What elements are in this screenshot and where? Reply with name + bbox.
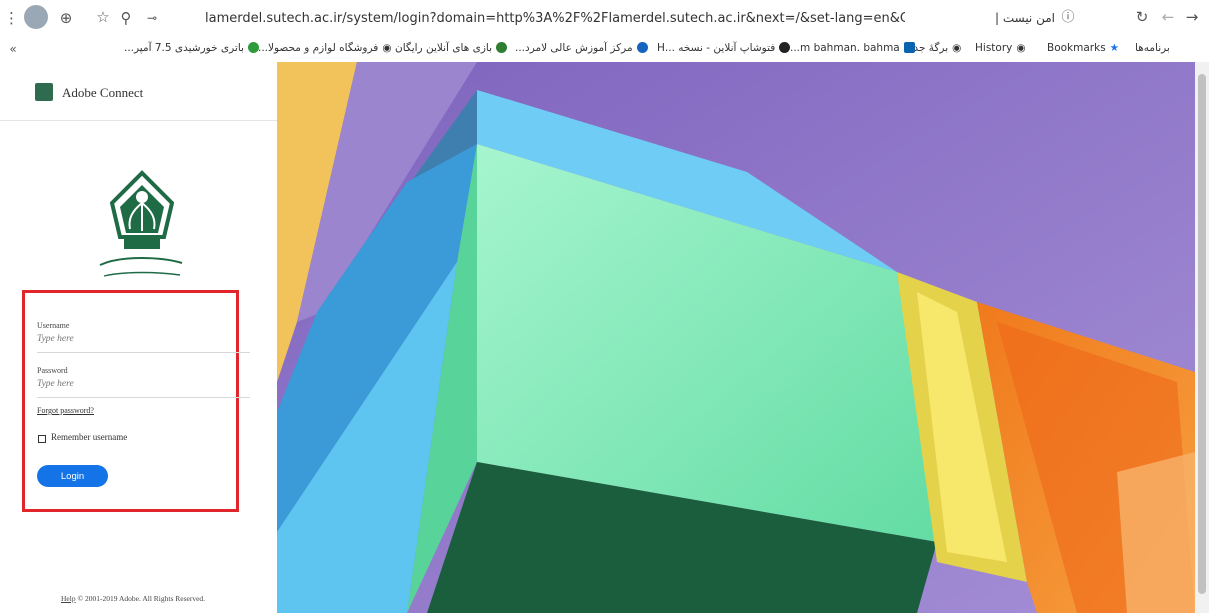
apps-icon bbox=[1174, 42, 1185, 53]
bookmark-bookmarks[interactable]: ★Bookmarks bbox=[1047, 42, 1119, 54]
bookmark-outlook[interactable]: m bahman. bahma... bbox=[790, 42, 915, 54]
username-input[interactable] bbox=[37, 334, 237, 344]
photopea-icon bbox=[779, 42, 791, 53]
abstract-geometric-artwork bbox=[277, 62, 1195, 613]
menu-dots-icon[interactable]: ⋮ bbox=[4, 10, 19, 26]
extensions-icon[interactable]: ⊕ bbox=[58, 10, 74, 26]
site-security-text[interactable]: امن نیست | bbox=[900, 11, 1055, 25]
username-label: Username bbox=[37, 321, 70, 330]
bookmark-games[interactable]: بازی های آنلاین رایگان bbox=[395, 42, 508, 54]
reload-icon[interactable]: ↻ bbox=[1134, 9, 1150, 25]
password-label: Password bbox=[37, 366, 68, 375]
forgot-password-link[interactable]: Forgot password? bbox=[37, 406, 94, 415]
battery-icon bbox=[247, 42, 259, 53]
browser-chrome: ⋮ ⊕ ☆ ⚲ ⊸ lamerdel.sutech.ac.ir/system/l… bbox=[0, 0, 1209, 63]
url-text[interactable]: lamerdel.sutech.ac.ir/system/login?domai… bbox=[205, 11, 905, 26]
page-scrollbar[interactable] bbox=[1195, 62, 1209, 613]
help-link[interactable]: Help bbox=[61, 594, 76, 603]
game-icon bbox=[496, 42, 508, 53]
bookmark-star-icon[interactable]: ☆ bbox=[95, 9, 111, 25]
bookmark-photopea[interactable]: فتوشاپ آنلاین - نسخه ...H bbox=[657, 42, 791, 54]
username-divider bbox=[37, 352, 250, 353]
heart-icon bbox=[636, 42, 648, 53]
login-form-highlight: Username Password Forgot password? Remem… bbox=[22, 290, 250, 512]
bookmark-history[interactable]: ◉History bbox=[975, 42, 1026, 54]
star-icon: ★ bbox=[1109, 42, 1120, 54]
password-input[interactable] bbox=[37, 379, 237, 389]
profile-avatar[interactable] bbox=[24, 5, 48, 29]
password-divider bbox=[37, 397, 250, 398]
address-bar-row: ⋮ ⊕ ☆ ⚲ ⊸ lamerdel.sutech.ac.ir/system/l… bbox=[0, 0, 1209, 36]
login-button[interactable]: Login bbox=[37, 465, 108, 487]
brand-header: Adobe Connect bbox=[0, 62, 277, 121]
footer: Help © 2001-2019 Adobe. All Rights Reser… bbox=[61, 594, 205, 603]
organization-logo bbox=[62, 145, 222, 304]
bookmark-store[interactable]: ◉فروشگاه لوازم و محصولا... bbox=[258, 42, 391, 54]
organization-emblem-icon bbox=[99, 170, 183, 277]
adobe-connect-logo-icon bbox=[35, 83, 53, 101]
globe-icon: ◉ bbox=[952, 42, 962, 54]
more-bookmarks-icon[interactable]: « bbox=[6, 41, 20, 57]
brand-title: Adobe Connect bbox=[62, 85, 144, 100]
bookmark-battery[interactable]: باتری خورشیدی 7.5 آمپر... bbox=[124, 42, 259, 54]
key-icon[interactable]: ⊸ bbox=[142, 10, 162, 26]
globe-icon: ◉ bbox=[1016, 42, 1026, 54]
forward-arrow-icon[interactable]: ← bbox=[1160, 9, 1176, 25]
scrollbar-thumb[interactable] bbox=[1198, 74, 1206, 594]
zoom-icon[interactable]: ⚲ bbox=[118, 10, 134, 26]
bookmarks-bar: « برنامه‌ها ★Bookmarks ◉History ◉برگهٔ ج… bbox=[0, 36, 1209, 62]
globe-icon: ◉ bbox=[382, 42, 392, 54]
login-panel: Adobe Connect Username Password Forgot p… bbox=[0, 62, 277, 613]
remember-username-checkbox[interactable] bbox=[38, 435, 46, 443]
hero-background-image bbox=[277, 62, 1195, 613]
info-icon[interactable]: ⓘ bbox=[1060, 10, 1076, 26]
bookmark-lamerd[interactable]: مرکز آموزش عالی لامرد... bbox=[515, 42, 648, 54]
copyright-text: © 2001-2019 Adobe. All Rights Reserved. bbox=[77, 594, 206, 603]
back-arrow-icon[interactable]: → bbox=[1184, 9, 1200, 25]
remember-username-label[interactable]: Remember username bbox=[51, 432, 127, 442]
bookmark-apps[interactable]: برنامه‌ها bbox=[1135, 42, 1185, 54]
outlook-icon bbox=[903, 42, 915, 53]
